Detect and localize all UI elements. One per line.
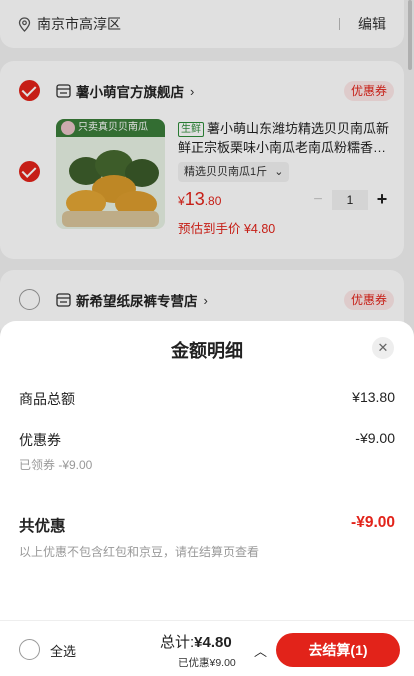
checkout-button[interactable]: 去结算(1) <box>276 633 400 667</box>
select-all-checkbox[interactable] <box>19 639 40 660</box>
total-value: ¥4.80 <box>194 634 232 651</box>
row-label: 优惠券 <box>19 432 61 448</box>
saved-amount: 已优惠¥9.00 <box>178 657 236 669</box>
row-label: 共优惠 <box>19 518 66 535</box>
close-icon[interactable]: ✕ <box>372 337 394 359</box>
checkout-bar: 全选 总计:¥4.80 已优惠¥9.00 ︿ 去结算(1) <box>0 620 414 676</box>
total-discount-row: 共优惠 -¥9.00 <box>19 514 395 536</box>
total-label: 总计: <box>160 634 195 651</box>
row-value: ¥13.80 <box>352 389 395 405</box>
row-label: 商品总额 <box>19 391 75 407</box>
row-value: -¥9.00 <box>351 514 395 531</box>
row-value: -¥9.00 <box>355 430 395 446</box>
coupon-row: 优惠券 -¥9.00 <box>19 430 395 450</box>
sheet-title: 金额明细 <box>171 341 243 361</box>
coupon-note: 已领券 -¥9.00 <box>19 458 93 472</box>
chevron-up-icon[interactable]: ︿ <box>254 641 267 660</box>
discount-note: 以上优惠不包含红包和京豆，请在结算页查看 <box>19 545 260 559</box>
select-all-label[interactable]: 全选 <box>50 641 76 660</box>
goods-total-row: 商品总额 ¥13.80 <box>19 389 395 409</box>
cart-screen: 南京市高淳区 编辑 薯小萌官方旗舰店 › 优惠券 只卖真贝贝南瓜 生鲜 薯小萌山… <box>0 0 414 676</box>
total-amount: 总计:¥4.80 <box>160 631 232 652</box>
